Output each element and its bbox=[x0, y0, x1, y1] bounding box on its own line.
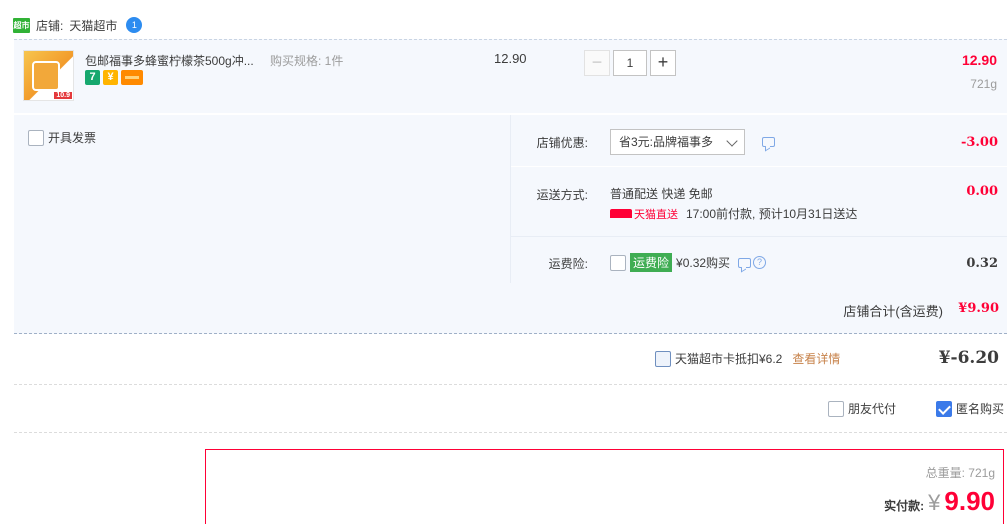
total-weight: 总重量: 721g bbox=[925, 466, 995, 480]
insurance-value: 0.32 bbox=[966, 256, 998, 271]
invoice-checkbox-label[interactable]: 开具发票 bbox=[28, 129, 96, 146]
shipping-method: 普通配送 快递 免邮 bbox=[610, 187, 713, 201]
shop-label: 店铺: bbox=[36, 18, 64, 33]
invoice-section: 开具发票 bbox=[14, 115, 508, 283]
currency-symbol: ¥ bbox=[928, 490, 941, 515]
shipping-eta-line: 天猫直送 17:00前付款, 预计10月31日送达 bbox=[610, 205, 857, 222]
payment-options-row: 朋友代付 匿名购买 bbox=[14, 385, 1007, 433]
comment-icon[interactable] bbox=[738, 257, 752, 268]
anonymous-purchase-checkbox[interactable] bbox=[936, 400, 952, 417]
tmall-direct-label: 天猫直送 bbox=[634, 208, 678, 221]
shop-discount-row: 店铺优惠: 省3元:品牌福事多 -3.00 bbox=[511, 115, 1007, 167]
shipping-label: 运送方式: bbox=[536, 188, 588, 202]
supermarket-card-label: 天猫超市卡抵扣¥6.2 bbox=[675, 352, 783, 366]
chat-badge-icon[interactable]: 1 bbox=[126, 17, 143, 33]
supermarket-card-row: 天猫超市卡抵扣¥6.2 查看详情 ¥-6.20 bbox=[14, 335, 1007, 385]
supermarket-card-amount: ¥-6.20 bbox=[938, 348, 999, 368]
view-details-link[interactable]: 查看详情 bbox=[792, 350, 840, 367]
shop-total-label: 店铺合计(含运费) bbox=[843, 304, 943, 319]
comment-icon[interactable] bbox=[762, 137, 775, 147]
unit-price: 12.90 bbox=[494, 51, 527, 66]
order-item-row: 10.9 包邮福事多蜂蜜柠檬茶500g冲... 购买规格: 1件 7 ¥ 12.… bbox=[14, 39, 1007, 113]
quantity-stepper: − 1 + bbox=[584, 50, 676, 76]
tmall-cat-icon bbox=[610, 209, 632, 218]
increase-quantity-button[interactable]: + bbox=[650, 50, 676, 76]
item-subtotal: 12.90 bbox=[961, 52, 997, 68]
shop-total-row: 店铺合计(含运费) ¥9.90 bbox=[14, 283, 1007, 334]
quantity-input[interactable]: 1 bbox=[613, 50, 647, 76]
service-icons: 7 ¥ bbox=[85, 70, 143, 85]
shipping-insurance-row: 运费险: 运费险 ¥0.32购买 ? 0.32 bbox=[511, 237, 1007, 283]
shop-discount-value: -3.00 bbox=[960, 135, 998, 150]
shipping-eta: 17:00前付款, 预计10月31日送达 bbox=[686, 207, 858, 221]
shop-header: 超市 店铺: 天猫超市 1 bbox=[13, 15, 143, 35]
thumbnail-price-tag: 10.9 bbox=[54, 92, 72, 99]
supermarket-card-checkbox[interactable] bbox=[655, 350, 671, 367]
product-spec: 购买规格: 1件 bbox=[270, 54, 344, 68]
decrease-quantity-button[interactable]: − bbox=[584, 50, 610, 76]
shop-name-link[interactable]: 天猫超市 bbox=[69, 17, 117, 34]
shop-discount-label: 店铺优惠: bbox=[536, 136, 588, 150]
tmall-direct-badge: 天猫直送 bbox=[610, 206, 678, 222]
help-icon[interactable]: ? bbox=[753, 256, 767, 269]
invoice-checkbox[interactable] bbox=[28, 129, 44, 146]
product-title-link[interactable]: 包邮福事多蜂蜜柠檬茶500g冲... bbox=[85, 52, 265, 69]
supermarket-card-option: 天猫超市卡抵扣¥6.2 查看详情 bbox=[655, 350, 840, 367]
actual-payment-line: 实付款: ¥ 9.90 bbox=[884, 486, 995, 517]
actual-payment-label: 实付款: bbox=[884, 499, 925, 513]
shipping-value: 0.00 bbox=[966, 184, 998, 199]
friend-pay-option[interactable]: 朋友代付 bbox=[828, 400, 896, 417]
shop-discount-select[interactable]: 省3元:品牌福事多 bbox=[610, 129, 745, 155]
shop-discount-selected: 省3元:品牌福事多 bbox=[619, 135, 714, 149]
tmall-supermarket-logo-icon: 超市 bbox=[13, 17, 30, 33]
anonymous-purchase-option[interactable]: 匿名购买 bbox=[936, 400, 1004, 417]
insurance-label: 运费险: bbox=[548, 257, 588, 271]
order-options-panel: 开具发票 店铺优惠: 省3元:品牌福事多 -3.00 运送方式: 普通配送 快递… bbox=[14, 115, 1007, 283]
order-summary-box: 总重量: 721g 实付款: ¥ 9.90 bbox=[205, 449, 1004, 524]
insurance-checkbox[interactable] bbox=[610, 254, 626, 271]
insurance-icons: ? bbox=[738, 256, 767, 269]
actual-payment-amount: 9.90 bbox=[944, 486, 995, 516]
order-options-right: 店铺优惠: 省3元:品牌福事多 -3.00 运送方式: 普通配送 快递 免邮 天… bbox=[510, 115, 1007, 283]
friend-pay-checkbox[interactable] bbox=[828, 400, 844, 417]
product-thumbnail[interactable]: 10.9 bbox=[23, 50, 74, 101]
shipping-row: 运送方式: 普通配送 快递 免邮 天猫直送 17:00前付款, 预计10月31日… bbox=[511, 167, 1007, 237]
item-weight: 721g bbox=[970, 77, 997, 91]
friend-pay-label: 朋友代付 bbox=[848, 402, 897, 416]
seven-day-return-icon[interactable]: 7 bbox=[85, 70, 100, 85]
shield-icon[interactable]: ¥ bbox=[103, 70, 118, 85]
anonymous-purchase-label: 匿名购买 bbox=[956, 402, 1005, 416]
insurance-price: ¥0.32购买 bbox=[676, 256, 731, 270]
card-icon[interactable] bbox=[121, 70, 143, 85]
invoice-label: 开具发票 bbox=[48, 131, 97, 145]
jar-image bbox=[32, 61, 60, 91]
insurance-option: 运费险 ¥0.32购买 ? bbox=[610, 253, 767, 272]
shop-total-value: ¥9.90 bbox=[958, 301, 999, 316]
insurance-tag: 运费险 bbox=[630, 253, 673, 272]
chevron-down-icon bbox=[726, 135, 738, 147]
